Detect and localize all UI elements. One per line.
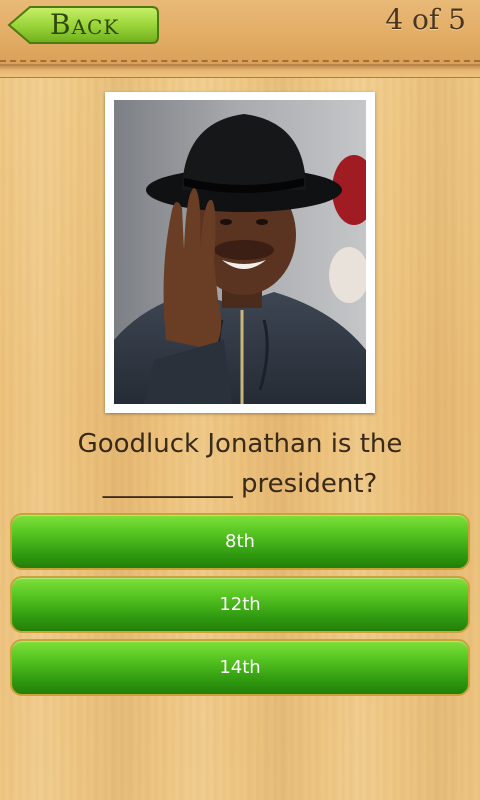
- question-photo: [114, 100, 366, 404]
- question-progress: 4 of 5: [385, 3, 466, 36]
- header-shadow-band: [0, 66, 480, 78]
- answer-button-3[interactable]: 14th: [10, 639, 470, 696]
- question-line-1: Goodluck Jonathan is the: [77, 429, 403, 459]
- answer-button-2[interactable]: 12th: [10, 576, 470, 633]
- header-stitching: [0, 60, 480, 62]
- question-photo-frame: [105, 92, 375, 413]
- back-button[interactable]: Back: [6, 5, 160, 45]
- question-line-2: __________ president?: [102, 469, 378, 499]
- back-button-label: Back: [50, 8, 120, 41]
- answer-button-1[interactable]: 8th: [10, 513, 470, 570]
- question-text: Goodluck Jonathan is the __________ pres…: [20, 424, 460, 504]
